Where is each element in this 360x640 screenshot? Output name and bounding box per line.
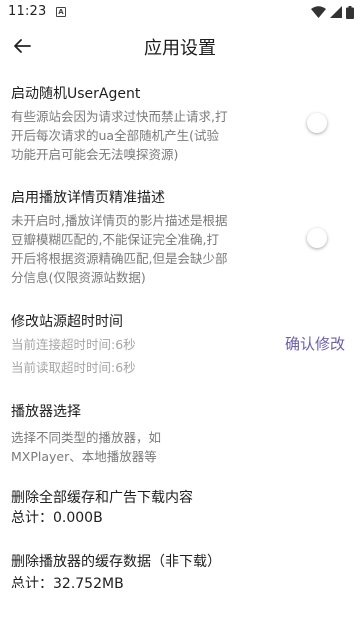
app-bar: 应用设置 bbox=[0, 24, 360, 68]
settings-list[interactable]: 启动随机UserAgent 有些源站会因为请求过快而禁止请求,打开后每次请求的u… bbox=[0, 68, 360, 588]
setting-description: 选择不同类型的播放器，如MXPlayer、本地播放器等 bbox=[11, 430, 162, 464]
status-icons bbox=[311, 5, 354, 19]
notification-icon: A bbox=[56, 7, 66, 17]
setting-random-useragent[interactable]: 启动随机UserAgent 有些源站会因为请求过快而禁止请求,打开后每次请求的u… bbox=[11, 84, 311, 164]
random-useragent-toggle[interactable] bbox=[307, 113, 327, 133]
wifi-icon bbox=[311, 6, 326, 18]
setting-description: 未开启时,播放详情页的影片描述是根据豆瓣模糊匹配的,不能保证完全准确,打开后将根… bbox=[11, 213, 228, 285]
setting-title: 启动随机UserAgent bbox=[11, 86, 141, 102]
signal-icon bbox=[330, 6, 342, 18]
read-timeout-text: 当前读取超时时间:6秒 bbox=[11, 360, 136, 375]
setting-title: 删除全部缓存和广告下载内容 bbox=[11, 490, 193, 506]
setting-clear-player-cache[interactable]: 删除播放器的缓存数据（非下载） 总计：32.752MB bbox=[11, 552, 311, 588]
setting-timeout[interactable]: 修改站源超时时间 bbox=[11, 312, 311, 332]
player-cache-total: 总计：32.752MB bbox=[11, 576, 124, 588]
setting-description: 有些源站会因为请求过快而禁止请求,打开后每次请求的ua全部随机产生(试验功能开启… bbox=[11, 109, 228, 162]
setting-title: 删除播放器的缓存数据（非下载） bbox=[11, 554, 221, 570]
page-title: 应用设置 bbox=[144, 38, 216, 59]
connect-timeout-text: 当前连接超时时间:6秒 bbox=[11, 337, 136, 352]
status-time: 11:23 bbox=[8, 4, 47, 19]
setting-title: 播放器选择 bbox=[11, 404, 81, 420]
setting-clear-cache[interactable]: 删除全部缓存和广告下载内容 总计：0.000B bbox=[11, 488, 311, 528]
status-bar: 11:23 A bbox=[0, 0, 360, 24]
setting-title: 修改站源超时时间 bbox=[11, 314, 123, 330]
setting-player-select[interactable]: 播放器选择 选择不同类型的播放器，如MXPlayer、本地播放器等 bbox=[11, 402, 311, 466]
cache-total: 总计：0.000B bbox=[11, 510, 103, 526]
detail-description-toggle[interactable] bbox=[307, 228, 327, 248]
setting-title: 启用播放详情页精准描述 bbox=[11, 190, 165, 206]
confirm-timeout-button[interactable]: 确认修改 bbox=[285, 333, 345, 354]
battery-icon bbox=[346, 5, 354, 19]
setting-detail-description[interactable]: 启用播放详情页精准描述 未开启时,播放详情页的影片描述是根据豆瓣模糊匹配的,不能… bbox=[11, 188, 311, 287]
